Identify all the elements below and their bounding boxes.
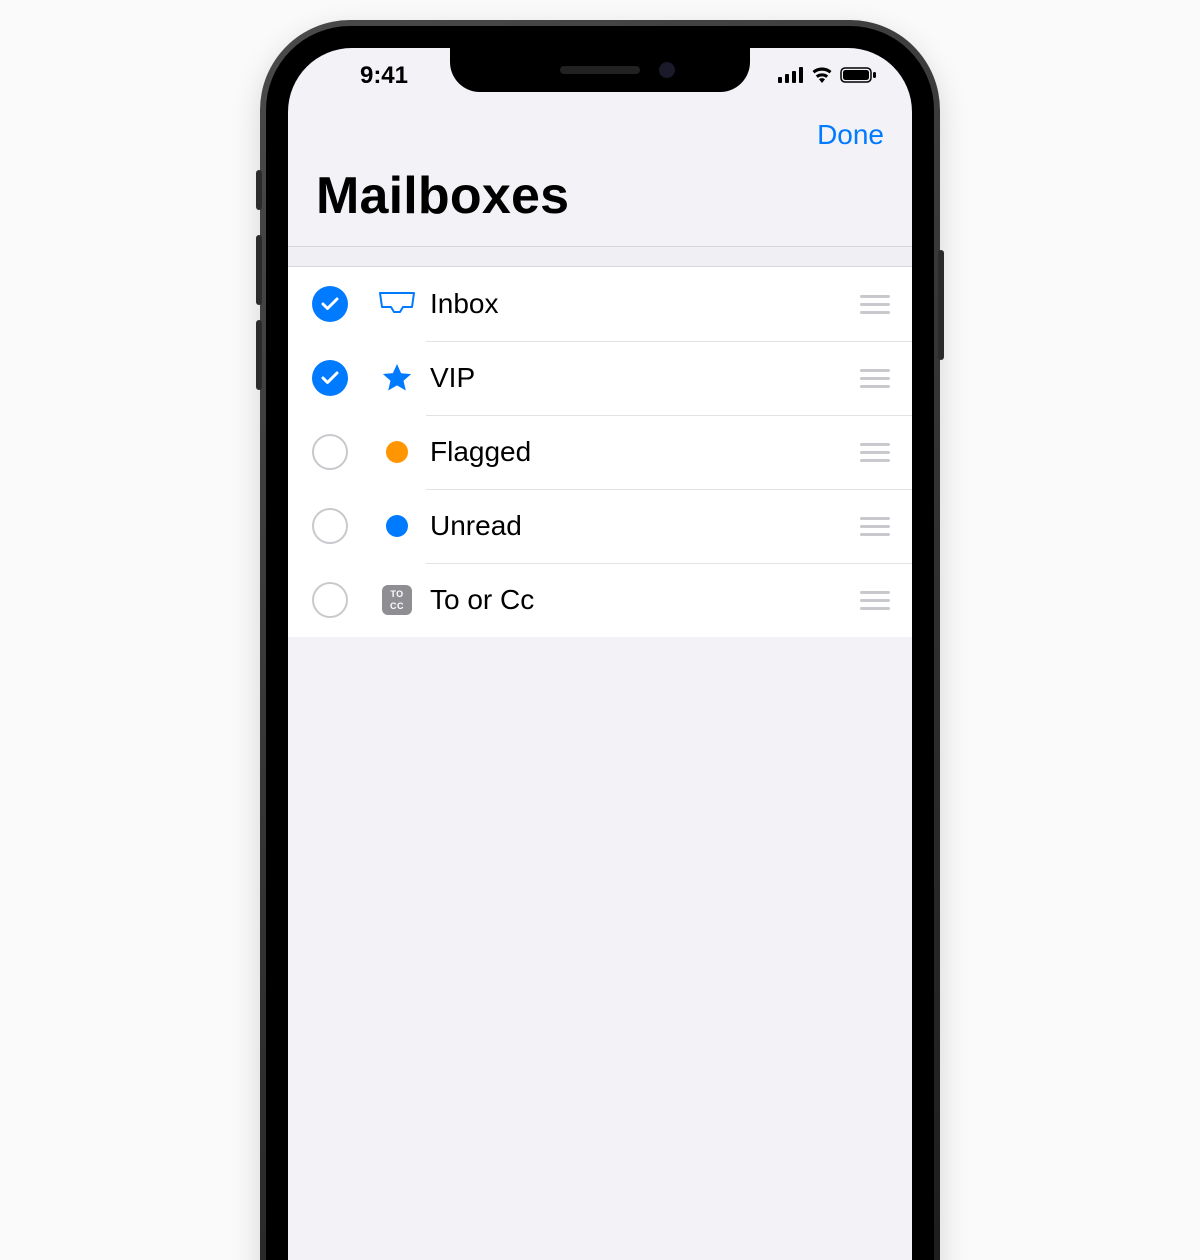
list-item-unread[interactable]: Unread — [288, 489, 912, 563]
drag-handle-icon[interactable] — [858, 517, 892, 536]
side-button — [938, 250, 944, 360]
list-item-label: To or Cc — [430, 584, 858, 616]
navigation-bar: Done — [288, 104, 912, 166]
star-icon — [370, 362, 424, 394]
done-button[interactable]: Done — [817, 119, 884, 151]
to-cc-icon: TOCC — [370, 585, 424, 615]
volume-up-button — [256, 235, 262, 305]
drag-handle-icon[interactable] — [858, 295, 892, 314]
checkbox-to-or-cc[interactable] — [312, 582, 348, 618]
list-item-inbox[interactable]: Inbox — [288, 267, 912, 341]
checkbox-inbox[interactable] — [312, 286, 348, 322]
list-item-label: VIP — [430, 362, 858, 394]
checkbox-vip[interactable] — [312, 360, 348, 396]
screen: 9:41 Done Mailboxes — [288, 48, 912, 1260]
list-item-label: Inbox — [430, 288, 858, 320]
wifi-icon — [810, 62, 834, 90]
notch — [450, 48, 750, 92]
list-item-label: Flagged — [430, 436, 858, 468]
list-item-vip[interactable]: VIP — [288, 341, 912, 415]
inbox-icon — [370, 289, 424, 319]
list-item-flagged[interactable]: Flagged — [288, 415, 912, 489]
mute-switch — [256, 170, 262, 210]
cellular-signal-icon — [778, 62, 804, 90]
page-title: Mailboxes — [316, 166, 884, 226]
list-header-spacer — [288, 247, 912, 267]
unread-dot-icon — [370, 515, 424, 537]
front-camera — [659, 62, 675, 78]
status-time: 9:41 — [324, 62, 444, 90]
iphone-device-frame: 9:41 Done Mailboxes — [260, 20, 940, 1260]
title-bar: Mailboxes — [288, 166, 912, 242]
speaker-grille — [560, 66, 640, 74]
drag-handle-icon[interactable] — [858, 443, 892, 462]
battery-icon — [840, 62, 876, 90]
list-item-label: Unread — [430, 510, 858, 542]
list-item-to-or-cc[interactable]: TOCC To or Cc — [288, 563, 912, 637]
drag-handle-icon[interactable] — [858, 369, 892, 388]
drag-handle-icon[interactable] — [858, 591, 892, 610]
volume-down-button — [256, 320, 262, 390]
checkbox-flagged[interactable] — [312, 434, 348, 470]
mailbox-list[interactable]: Inbox VIP — [288, 246, 912, 637]
flag-dot-icon — [370, 441, 424, 463]
checkbox-unread[interactable] — [312, 508, 348, 544]
